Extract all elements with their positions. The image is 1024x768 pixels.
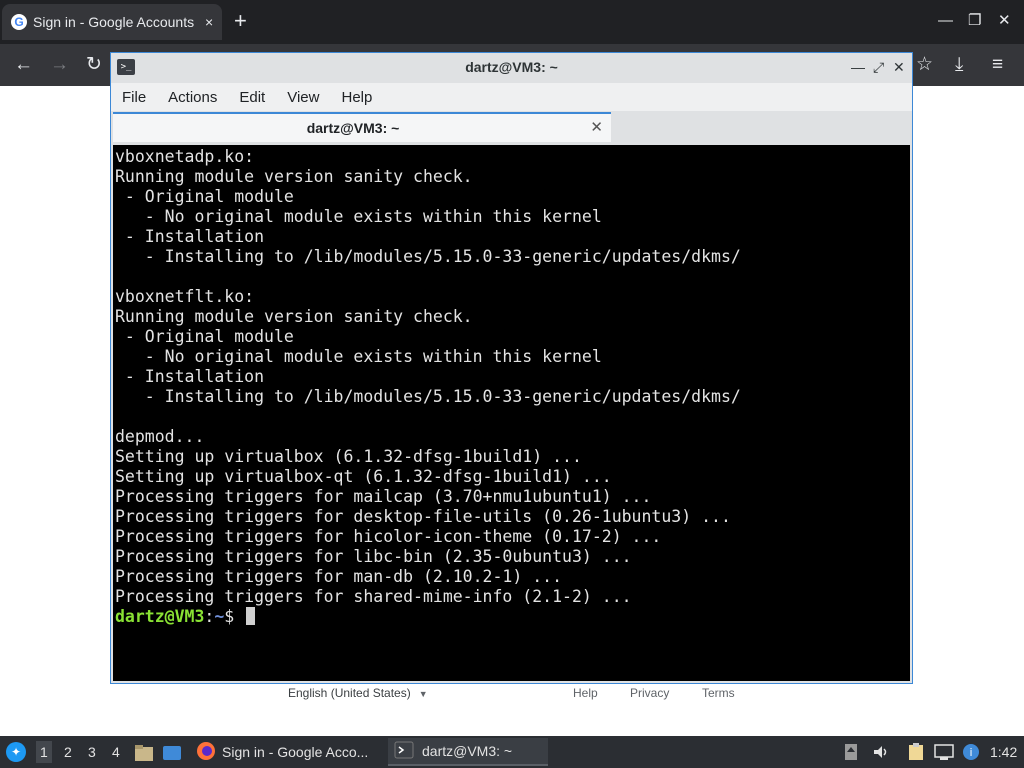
window-close-icon[interactable]: ✕ [998,12,1011,30]
terminal-line: Processing triggers for libc-bin (2.35-0… [115,547,632,566]
terminal-line: Setting up virtualbox (6.1.32-dfsg-1buil… [115,447,582,466]
terminal-tab-label: dartz@VM3: ~ [306,120,400,136]
menu-edit[interactable]: Edit [239,89,265,106]
maximize-icon[interactable]: ⤢ [873,59,884,75]
new-tab-button[interactable]: + [234,10,247,32]
terminal-tab[interactable]: dartz@VM3: ~ ✕ [113,112,611,142]
terminal-titlebar[interactable]: >_ dartz@VM3: ~ — ⤢ ✕ [111,53,912,83]
terminal-line: Running module version sanity check. [115,167,473,186]
terminal-line: - Installing to /lib/modules/5.15.0-33-g… [115,387,741,406]
terminal-line: Processing triggers for mailcap (3.70+nm… [115,487,652,506]
file-manager-icon[interactable] [134,744,154,765]
network-icon[interactable] [934,743,954,765]
forward-icon[interactable]: → [50,54,69,76]
help-link[interactable]: Help [573,686,598,700]
google-favicon-icon: G [11,14,27,30]
tab-close-icon[interactable]: × [205,14,213,30]
language-selector[interactable]: English (United States) ▼ [288,686,428,700]
prompt-symbol: $ [224,607,245,626]
terminal-tabbar: dartz@VM3: ~ ✕ [111,111,912,145]
terminal-line: - Original module [115,327,294,346]
workspace-1[interactable]: 1 [36,741,52,763]
terminal-line: Processing triggers for hicolor-icon-the… [115,527,662,546]
prompt-path: ~ [214,607,225,626]
terminal-output[interactable]: vboxnetadp.ko: Running module version sa… [113,145,910,681]
clock[interactable]: 1:42 [990,744,1017,760]
browser-tabstrip: G Sign in - Google Accounts × + — ❐ ✕ [0,0,1024,44]
prompt-separator: : [204,607,215,626]
clipboard-icon[interactable] [908,743,924,765]
taskbar-task-terminal[interactable]: dartz@VM3: ~ [388,738,548,766]
taskbar-task-browser[interactable]: Sign in - Google Acco... [190,738,386,766]
firefox-icon [196,741,216,764]
language-label: English (United States) [288,686,411,700]
privacy-link[interactable]: Privacy [630,686,669,700]
upload-tray-icon[interactable] [844,743,858,765]
back-icon[interactable]: ← [14,54,33,76]
terminal-title: dartz@VM3: ~ [465,59,558,75]
tab-close-icon[interactable]: ✕ [590,118,603,136]
terminal-line: - No original module exists within this … [115,347,602,366]
browser-tab[interactable]: G Sign in - Google Accounts × [2,4,222,40]
terms-link[interactable]: Terms [702,686,735,700]
download-icon[interactable]: ⤓ [955,54,963,76]
taskbar: ✦ 1 2 3 4 Sign in - Google Acco... dartz… [0,736,1024,768]
terminal-menubar: File Actions Edit View Help [111,83,912,111]
terminal-line: - No original module exists within this … [115,207,602,226]
prompt-line[interactable]: dartz@VM3:~$ [115,607,256,626]
reload-icon[interactable]: ↻ [86,54,102,76]
caret-down-icon: ▼ [418,689,428,699]
menu-view[interactable]: View [287,89,319,106]
terminal-line: Setting up virtualbox-qt (6.1.32-dfsg-1b… [115,467,612,486]
workspace-2[interactable]: 2 [64,744,72,760]
terminal-line: depmod... [115,427,205,446]
show-desktop-icon[interactable] [162,744,182,765]
terminal-line: vboxnetflt.ko: [115,287,255,306]
bookmark-star-icon[interactable]: ☆ [916,54,933,76]
terminal-line: - Installation [115,227,265,246]
workspace-3[interactable]: 3 [88,744,96,760]
terminal-line: Running module version sanity check. [115,307,473,326]
menu-icon[interactable]: ≡ [992,54,1003,76]
prompt-user: dartz@VM3 [115,607,205,626]
page-footer: English (United States) ▼ Help Privacy Te… [0,686,1024,706]
volume-icon[interactable] [872,743,890,765]
minimize-icon[interactable]: — [938,12,953,30]
terminal-window: >_ dartz@VM3: ~ — ⤢ ✕ File Actions Edit … [110,52,913,684]
terminal-icon [394,741,414,762]
task-label: dartz@VM3: ~ [422,743,513,759]
terminal-line: - Installation [115,367,265,386]
workspace-4[interactable]: 4 [112,744,120,760]
menu-actions[interactable]: Actions [168,89,217,106]
task-label: Sign in - Google Acco... [222,744,369,760]
notification-icon[interactable]: i [962,743,980,765]
terminal-line: vboxnetadp.ko: [115,147,255,166]
menu-help[interactable]: Help [341,89,372,106]
terminal-line: Processing triggers for desktop-file-uti… [115,507,731,526]
minimize-icon[interactable]: — [851,59,865,75]
terminal-line: - Installing to /lib/modules/5.15.0-33-g… [115,247,741,266]
close-icon[interactable]: ✕ [893,59,905,75]
browser-tab-title: Sign in - Google Accounts [33,14,195,30]
start-menu-icon[interactable]: ✦ [6,742,26,762]
svg-text:i: i [969,746,972,759]
text-cursor [246,607,256,625]
terminal-line: - Original module [115,187,294,206]
restore-icon[interactable]: ❐ [968,12,981,30]
terminal-line: Processing triggers for shared-mime-info… [115,587,632,606]
menu-file[interactable]: File [122,89,146,106]
terminal-line: Processing triggers for man-db (2.10.2-1… [115,567,563,586]
